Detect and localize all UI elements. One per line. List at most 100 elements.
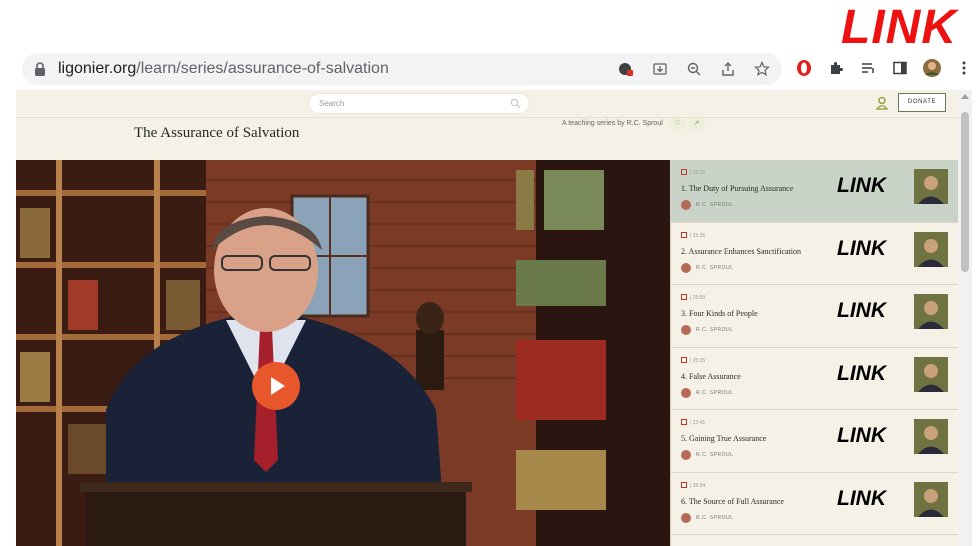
video-frame: [16, 160, 670, 546]
video-player[interactable]: [16, 160, 670, 546]
profile-icon[interactable]: [922, 58, 942, 78]
url-domain: ligonier.org: [58, 60, 137, 77]
playlist-item[interactable]: | 25:35 4. False Assurance R.C. SPROUL L…: [671, 348, 958, 410]
author-name: R.C. SPROUL: [696, 264, 734, 271]
playlist-item-duration: 22:22: [692, 170, 706, 176]
bookmark-star-icon[interactable]: [752, 59, 772, 79]
favorite-button[interactable]: ♡: [669, 118, 686, 130]
playlist-item-author: R.C. SPROUL: [681, 450, 733, 460]
playlist-item-meta: | 25:35: [681, 231, 706, 239]
zoom-icon[interactable]: [684, 59, 704, 79]
playlist-item[interactable]: | 25:35 2. Assurance Enhances Sanctifica…: [671, 223, 958, 285]
playlist-item-author: R.C. SPROUL: [681, 200, 733, 210]
playlist-item-duration: 25:59: [692, 295, 706, 301]
playlist-item-meta: | 25:04: [681, 481, 706, 489]
menu-icon[interactable]: [954, 58, 974, 78]
playlist-item-author: R.C. SPROUL: [681, 262, 734, 273]
author-name: R.C. SPROUL: [696, 389, 734, 396]
playlist-item-title[interactable]: 5. Gaining True Assurance: [681, 434, 766, 443]
playlist-item-title[interactable]: 2. Assurance Enhances Sanctification: [681, 247, 801, 256]
search-input[interactable]: Search: [308, 93, 530, 114]
video-thumbnail[interactable]: [914, 169, 948, 204]
webpage: Search DONATE The Assurance of Salvation…: [16, 90, 958, 546]
url-path: /learn/series/assurance-of-salvation: [136, 60, 389, 77]
site-header: Search DONATE: [16, 90, 958, 118]
search-placeholder: Search: [319, 99, 345, 108]
author-name: R.C. SPROUL: [696, 202, 734, 208]
playlist-item-title[interactable]: 3. Four Kinds of People: [681, 309, 758, 318]
playlist-item-title[interactable]: 4. False Assurance: [681, 372, 741, 381]
avatar: [681, 387, 691, 398]
user-account-icon[interactable]: [874, 95, 890, 111]
donate-button[interactable]: DONATE: [898, 93, 946, 112]
opera-extension-icon[interactable]: [794, 58, 814, 78]
playlist-item[interactable]: | 22:41 5. Gaining True Assurance R.C. S…: [671, 410, 958, 473]
playlist-item[interactable]: | 25:04 6. The Source of Full Assurance …: [671, 473, 958, 535]
scrollbar-thumb[interactable]: [961, 112, 969, 272]
link-overlay: LINK: [837, 424, 886, 447]
share-icon[interactable]: [718, 59, 738, 79]
playlist-item-title[interactable]: 1. The Duty of Pursuing Assurance: [681, 184, 793, 193]
playlist-item-meta: | 22:41: [681, 419, 705, 426]
video-icon: [681, 169, 687, 175]
playlist-item[interactable]: | 22:22 1. The Duty of Pursuing Assuranc…: [671, 160, 958, 223]
reading-list-icon[interactable]: [858, 58, 878, 78]
video-icon: [681, 231, 687, 238]
video-icon: [681, 356, 687, 363]
video-thumbnail[interactable]: [914, 419, 948, 454]
play-button[interactable]: [252, 362, 300, 410]
link-overlay: LINK: [837, 236, 886, 260]
share-icon: ↗: [693, 120, 700, 127]
video-icon: [681, 294, 687, 300]
top-link-overlay: LINK: [841, 1, 957, 54]
series-title-row: The Assurance of Salvation A teaching se…: [16, 118, 958, 160]
series-title: The Assurance of Salvation: [134, 125, 300, 141]
playlist-item-duration: 25:35: [692, 232, 706, 239]
video-icon: [681, 419, 687, 425]
url-text[interactable]: ligonier.org/learn/series/assurance-of-s…: [58, 60, 389, 78]
playlist-item-meta: | 22:22: [681, 169, 705, 176]
lock-icon: [35, 62, 45, 76]
author-name: R.C. SPROUL: [696, 327, 734, 333]
link-overlay: LINK: [837, 174, 886, 197]
playlist: | 22:22 1. The Duty of Pursuing Assuranc…: [670, 160, 958, 546]
extensions-puzzle-icon[interactable]: [826, 58, 846, 78]
playlist-item-title[interactable]: 6. The Source of Full Assurance: [681, 497, 784, 506]
link-overlay: LINK: [837, 361, 886, 385]
link-overlay: LINK: [837, 486, 886, 510]
share-series-button[interactable]: ↗: [688, 118, 705, 130]
side-panel-icon[interactable]: [890, 58, 910, 78]
playlist-item-duration: 25:04: [692, 482, 706, 489]
play-icon: [271, 377, 285, 395]
link-overlay: LINK: [837, 299, 886, 322]
heart-icon: ♡: [674, 120, 681, 127]
playlist-item-author: R.C. SPROUL: [681, 325, 733, 335]
playlist-item-author: R.C. SPROUL: [681, 387, 734, 398]
site-info-icon[interactable]: [616, 59, 636, 79]
avatar: [681, 450, 691, 460]
playlist-item-author: R.C. SPROUL: [681, 512, 734, 523]
author-name: R.C. SPROUL: [696, 514, 734, 521]
avatar: [681, 262, 691, 273]
video-thumbnail[interactable]: [914, 481, 948, 517]
video-thumbnail[interactable]: [914, 231, 948, 267]
playlist-item-duration: 22:41: [692, 420, 706, 426]
video-thumbnail[interactable]: [914, 294, 948, 329]
avatar: [681, 512, 691, 523]
video-icon: [681, 481, 687, 488]
author-name: R.C. SPROUL: [696, 452, 734, 458]
avatar: [681, 325, 691, 335]
address-bar[interactable]: ligonier.org/learn/series/assurance-of-s…: [22, 53, 782, 85]
search-icon[interactable]: [510, 98, 521, 109]
playlist-item-duration: 25:35: [692, 357, 706, 364]
teaching-by-label: A teaching series by R.C. Sproul: [562, 120, 663, 127]
install-icon[interactable]: [650, 59, 670, 79]
playlist-item-meta: | 25:59: [681, 294, 705, 301]
browser-toolbar: ligonier.org/learn/series/assurance-of-s…: [10, 50, 972, 88]
playlist-item[interactable]: | 25:59 3. Four Kinds of People R.C. SPR…: [671, 285, 958, 348]
page-scrollbar[interactable]: [958, 90, 972, 546]
scroll-up-icon[interactable]: [961, 94, 969, 99]
playlist-item-meta: | 25:35: [681, 356, 706, 364]
avatar: [681, 200, 691, 210]
video-thumbnail[interactable]: [914, 356, 948, 392]
